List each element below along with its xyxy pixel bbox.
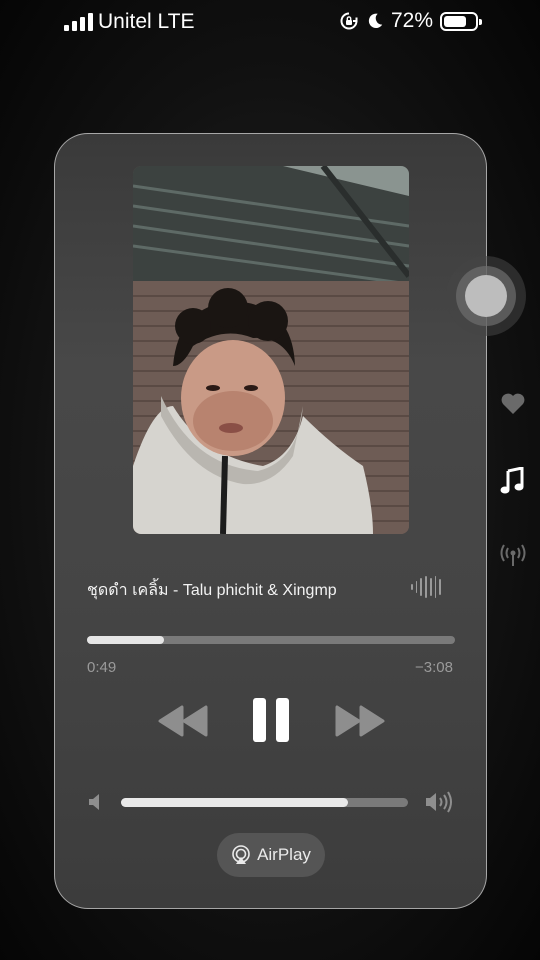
heart-icon[interactable] bbox=[500, 392, 526, 416]
album-artwork[interactable] bbox=[133, 166, 409, 534]
now-playing-card: ชุดดำ เคลิ้ม - Talu phichit & Xingmp 0:4… bbox=[54, 133, 487, 909]
airplay-label: AirPlay bbox=[257, 845, 311, 864]
pause-button[interactable] bbox=[253, 696, 289, 744]
volume-high-icon bbox=[426, 791, 452, 813]
assistive-touch-button[interactable] bbox=[446, 256, 526, 336]
artwork-image bbox=[133, 166, 409, 534]
moon-icon bbox=[368, 13, 383, 29]
playback-progress-fill bbox=[87, 636, 165, 644]
airplay-button[interactable]: AirPlay bbox=[217, 833, 325, 877]
volume-slider-fill bbox=[121, 798, 348, 807]
carrier-name: Unitel LTE bbox=[98, 10, 195, 33]
time-elapsed: 0:49 bbox=[87, 659, 117, 676]
battery-percentage: 72% bbox=[390, 9, 433, 32]
status-bar: Unitel LTE 72% bbox=[0, 0, 540, 44]
transport-controls bbox=[55, 696, 486, 746]
time-remaining: −3:08 bbox=[415, 659, 453, 676]
waveform-icon bbox=[411, 576, 442, 598]
volume-slider[interactable] bbox=[121, 798, 408, 807]
music-note-icon[interactable] bbox=[499, 467, 525, 495]
fast-forward-icon[interactable] bbox=[335, 705, 385, 737]
broadcast-icon[interactable] bbox=[500, 542, 526, 568]
rotation-lock-icon bbox=[340, 12, 358, 30]
airplay-icon bbox=[232, 845, 250, 864]
battery-icon bbox=[440, 11, 482, 31]
rewind-icon[interactable] bbox=[158, 705, 208, 737]
signal-bars-icon bbox=[64, 13, 93, 31]
volume-low-icon bbox=[89, 794, 99, 810]
track-title[interactable]: ชุดดำ เคลิ้ม - Talu phichit & Xingmp bbox=[87, 578, 337, 603]
playback-scrubber[interactable] bbox=[87, 636, 455, 644]
